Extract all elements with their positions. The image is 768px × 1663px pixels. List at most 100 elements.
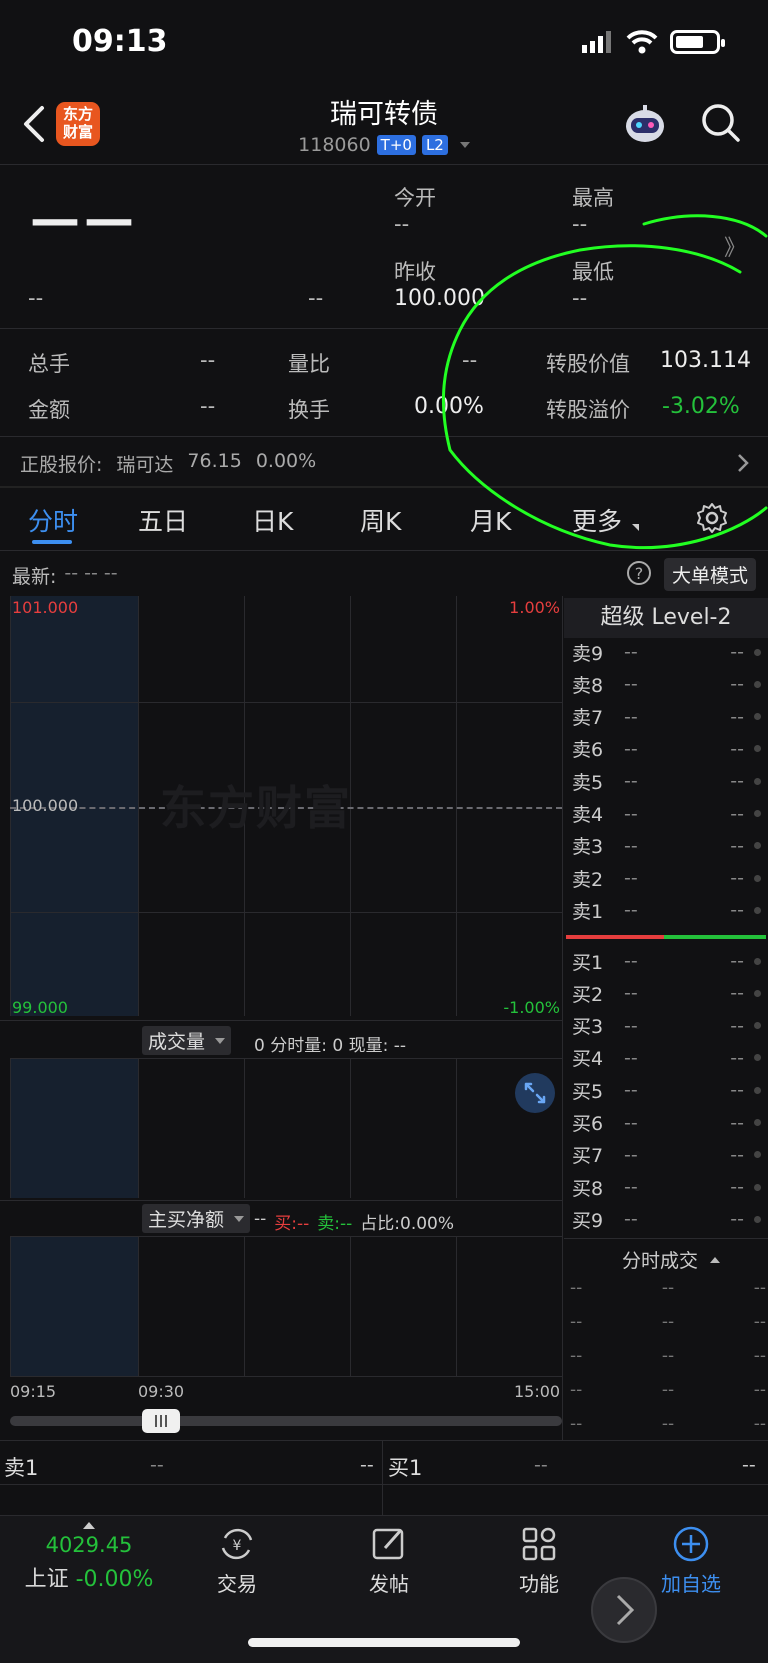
- trade-row: -- -- --: [570, 1346, 766, 1366]
- buy-price: --: [624, 1208, 638, 1231]
- price-chart[interactable]: 东方财富 101.000 100.000 99.000 1.00% -1.00%: [10, 596, 562, 1017]
- amount-label: 金额: [28, 398, 70, 422]
- time-scrollbar[interactable]: [10, 1416, 562, 1426]
- low-label: 最低: [572, 260, 614, 284]
- underlying-stock-row[interactable]: 正股报价: 瑞可达 76.15 0.00%: [20, 450, 760, 477]
- time-axis-start: 09:15: [10, 1382, 57, 1401]
- sell-row[interactable]: 卖1 -- --: [572, 894, 762, 926]
- buy-volume: --: [730, 1079, 744, 1102]
- buy-row[interactable]: 买2 -- --: [572, 977, 762, 1009]
- dot-icon: [754, 680, 761, 688]
- sell-row[interactable]: 卖6 -- --: [572, 733, 762, 765]
- sell-row[interactable]: 卖5 -- --: [572, 765, 762, 797]
- chevron-right-icon[interactable]: [736, 452, 750, 474]
- tab-intraday[interactable]: 分时: [28, 502, 78, 538]
- gear-icon[interactable]: [696, 502, 728, 534]
- sell-level-label: 卖4: [572, 804, 604, 826]
- buy-row[interactable]: 买5 -- --: [572, 1074, 762, 1106]
- sell-volume: --: [730, 737, 744, 760]
- help-icon[interactable]: ?: [626, 560, 652, 586]
- trade-cell: --: [753, 1414, 766, 1434]
- level2-header[interactable]: 超级 Level-2: [564, 598, 768, 638]
- buy-row[interactable]: 买7 -- --: [572, 1139, 762, 1171]
- trade-cell: --: [570, 1380, 583, 1400]
- sell-row[interactable]: 卖2 -- --: [572, 862, 762, 894]
- sell-level-label: 卖5: [572, 771, 604, 794]
- conv-value-label: 转股价值: [546, 352, 630, 376]
- volume-chart[interactable]: [10, 1058, 562, 1198]
- buy-price: --: [624, 950, 638, 972]
- price-change: --: [28, 286, 44, 310]
- search-icon[interactable]: [700, 102, 742, 144]
- buy-volume: --: [730, 1143, 744, 1166]
- tab-weekly-k[interactable]: 周K: [360, 502, 401, 538]
- floating-next-icon[interactable]: [590, 1576, 658, 1644]
- nav-trade[interactable]: ¥ 交易: [182, 1524, 292, 1597]
- sell-row[interactable]: 卖8 -- --: [572, 668, 762, 700]
- sell-row[interactable]: 卖9 -- --: [572, 636, 762, 668]
- expand-quote-icon[interactable]: 》: [724, 230, 746, 262]
- dot-icon: [754, 957, 761, 965]
- sell-level-label: 卖3: [572, 836, 604, 859]
- trade-cell: --: [570, 1346, 583, 1366]
- trade-row: -- -- --: [570, 1312, 766, 1332]
- vol-ratio-value: --: [462, 348, 478, 372]
- buy-row[interactable]: 买3 -- --: [572, 1010, 762, 1042]
- buy-price: --: [624, 1143, 638, 1166]
- sell-level-label: 卖7: [572, 707, 604, 730]
- trades-header[interactable]: 分时成交: [622, 1246, 721, 1273]
- big-order-mode-button[interactable]: 大单模式: [664, 558, 757, 591]
- sell-row[interactable]: 卖4 -- --: [572, 798, 762, 830]
- buy-row[interactable]: 买6 -- --: [572, 1107, 762, 1139]
- buy-price: --: [624, 1176, 638, 1199]
- robot-assistant-icon[interactable]: [622, 102, 668, 148]
- volume-value: --: [200, 348, 216, 372]
- tab-more[interactable]: 更多: [572, 502, 622, 538]
- buy-level-label: 买8: [572, 1177, 604, 1200]
- tab-monthly-k[interactable]: 月K: [470, 502, 511, 538]
- sell-level-label: 卖6: [572, 739, 604, 762]
- trade-cell: --: [570, 1414, 583, 1434]
- buy-volume: --: [730, 950, 744, 972]
- trade-row: -- -- --: [570, 1414, 766, 1434]
- dot-icon: [754, 842, 761, 850]
- netbuy-chart[interactable]: [10, 1236, 562, 1377]
- dot-icon: [754, 874, 761, 882]
- netbuy-indicator-dropdown[interactable]: 主买净额: [142, 1204, 251, 1233]
- fullscreen-icon[interactable]: [514, 1072, 556, 1114]
- sell-row[interactable]: 卖3 -- --: [572, 830, 762, 862]
- buy-row[interactable]: 买1 -- --: [572, 945, 762, 977]
- battery-icon: [670, 30, 725, 54]
- underlying-price: 76.15: [187, 450, 242, 472]
- sell-price: --: [624, 867, 638, 890]
- buy-volume: --: [730, 1014, 744, 1037]
- amount-value: --: [200, 394, 216, 418]
- dot-icon: [754, 1215, 761, 1223]
- nav-functions[interactable]: 功能: [484, 1524, 594, 1597]
- more-corner-icon: [632, 524, 639, 531]
- buy-level-label: 买9: [572, 1209, 604, 1232]
- dot-icon: [754, 810, 761, 817]
- buy-row[interactable]: 买4 -- --: [572, 1042, 762, 1074]
- buy-row[interactable]: 买8 -- --: [572, 1171, 762, 1203]
- volume-indicator-dropdown[interactable]: 成交量: [142, 1026, 232, 1055]
- status-time: 09:13: [72, 24, 168, 59]
- nav-post[interactable]: 发帖: [334, 1524, 444, 1597]
- high-label: 最高: [572, 186, 614, 210]
- index-widget[interactable]: 4029.45 上证 -0.00%: [14, 1522, 164, 1593]
- home-indicator[interactable]: [248, 1638, 520, 1647]
- index-pct: -0.00%: [75, 1567, 154, 1592]
- tab-five-day[interactable]: 五日: [138, 502, 188, 538]
- svg-text:?: ?: [635, 564, 644, 583]
- sell-row[interactable]: 卖7 -- --: [572, 701, 762, 733]
- scrollbar-handle[interactable]: [142, 1409, 180, 1433]
- latest-row: 最新: -- -- --: [12, 562, 118, 588]
- volume-label: 总手: [28, 352, 70, 376]
- dot-icon: [754, 906, 761, 914]
- trade-cell: --: [570, 1312, 583, 1332]
- tab-daily-k[interactable]: 日K: [252, 502, 293, 538]
- svg-text:¥: ¥: [233, 1538, 242, 1554]
- sell-price: --: [624, 834, 638, 857]
- watermark: 东方财富: [160, 781, 352, 835]
- buy-row[interactable]: 买9 -- --: [572, 1203, 762, 1235]
